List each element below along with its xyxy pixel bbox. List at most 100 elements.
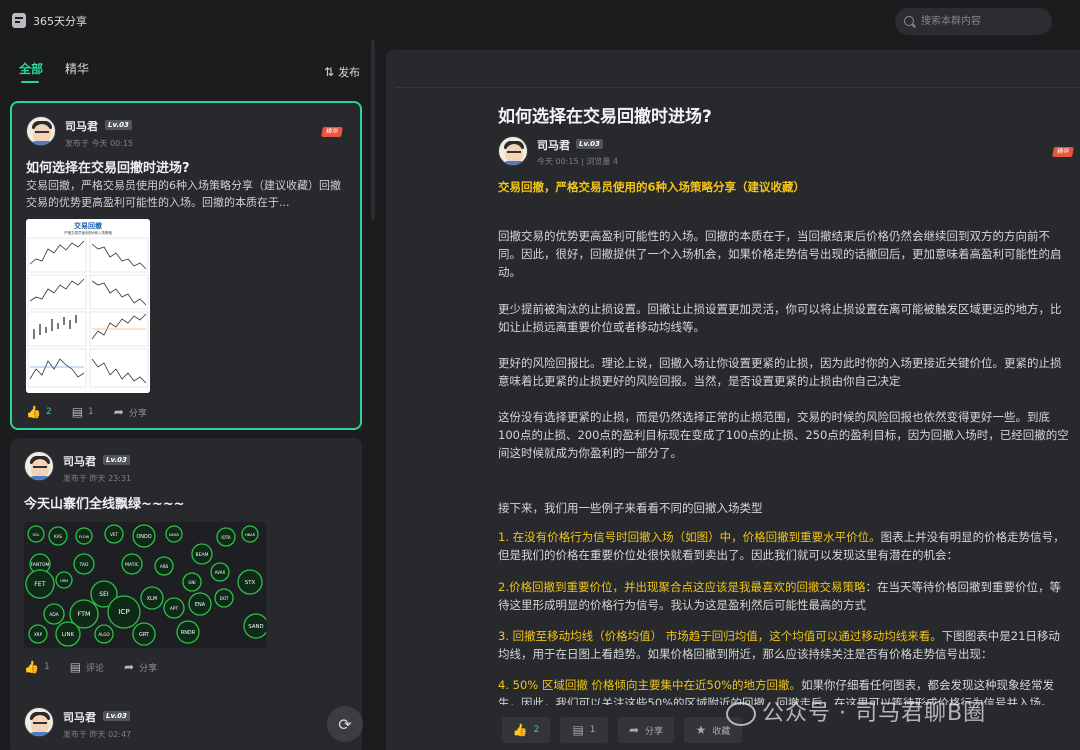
search-input[interactable] bbox=[921, 13, 1041, 30]
coin-label: XLM bbox=[147, 596, 157, 602]
item-highlight: 4. 50% 区域回撤 价格倾向主要集中在近50%的地方回撤。 bbox=[498, 678, 802, 692]
coin-bubble: ONDO bbox=[132, 524, 156, 548]
article-list-item: 3. 回撤至移动均线（价格均值） 市场趋于回归均值，这个均值可以通过移动均线来看… bbox=[498, 627, 1070, 663]
coin-label: ARB bbox=[160, 564, 169, 569]
image-subtitle-text: 严格交易员使用的6种入场策略 bbox=[64, 230, 112, 235]
coin-bubble: ARB bbox=[154, 556, 174, 576]
avatar[interactable] bbox=[498, 136, 528, 166]
search-box[interactable] bbox=[895, 8, 1052, 35]
coin-label: TAO bbox=[79, 562, 89, 568]
coin-bubble: SOL bbox=[27, 525, 45, 543]
like-button[interactable]: 👍 2 bbox=[26, 405, 52, 419]
watermark-text: 公众号 · 司马君聊B圈 bbox=[762, 701, 987, 726]
coin-label: ICP bbox=[118, 607, 130, 616]
coin-bubble: ICP bbox=[107, 595, 141, 629]
coin-label: KAS bbox=[54, 534, 62, 539]
share-button[interactable]: ➦ 分享 bbox=[124, 660, 157, 674]
share-button[interactable]: ➦ 分享 bbox=[618, 717, 674, 743]
card-excerpt: 交易回撤，严格交易员使用的6种入场策略分享（建议收藏）回撤交易的优势更高盈利可能… bbox=[26, 179, 341, 209]
coin-bubble: TAO bbox=[73, 553, 95, 575]
post-image[interactable]: 交易回撤 严格交易员使用的6种入场策略 bbox=[26, 219, 150, 393]
coin-bubble: HBAR bbox=[241, 525, 259, 543]
share-label: 分享 bbox=[139, 663, 158, 674]
feed-card[interactable]: 司马君 Lv.03 发布于 今天 00:15 精华 如何选择在交易回撤时进场? … bbox=[10, 101, 362, 430]
tab-best[interactable]: 精华 bbox=[65, 60, 89, 77]
share-label: 分享 bbox=[128, 408, 147, 419]
comment-label: 评论 bbox=[86, 663, 105, 674]
post-time: 发布于 昨天 02:47 bbox=[63, 730, 132, 739]
feed-card[interactable]: 司马君 Lv.03 发布于 昨天 02:47 bbox=[10, 694, 362, 750]
like-button[interactable]: 👍 1 bbox=[24, 660, 50, 674]
feed-scrollbar[interactable] bbox=[371, 40, 375, 220]
coin-label: LINK bbox=[62, 632, 75, 638]
article-lead: 交易回撤，严格交易员使用的6种入场策略分享（建议收藏） bbox=[498, 180, 805, 194]
active-tab-indicator bbox=[21, 81, 39, 83]
comment-count: 1 bbox=[589, 725, 596, 735]
coin-bubble: IOTA bbox=[216, 527, 236, 547]
article-paragraph: 更好的风险回报比。理论上说，回撤入场让你设置更紧的止损，因为此时你的入场更接近关… bbox=[498, 356, 1062, 388]
feed-column: 全部 精华 ⇅ 发布 司马君 Lv.03 发布于 今天 00:15 精华 如何选… bbox=[0, 40, 375, 750]
article-paragraph: 更少提前被淘汰的止损设置。回撤让止损设置更加灵活，你可以将止损设置在离可能被触发… bbox=[498, 302, 1062, 334]
share-label: 分享 bbox=[645, 726, 664, 737]
coin-label: ADA bbox=[49, 612, 59, 618]
coin-label: FLOW bbox=[79, 535, 90, 539]
share-icon: ➦ bbox=[628, 723, 640, 737]
tab-all[interactable]: 全部 bbox=[19, 60, 43, 77]
coin-label: ORN bbox=[60, 579, 68, 583]
avatar[interactable] bbox=[24, 707, 54, 737]
coin-label: FANTOM bbox=[31, 562, 50, 568]
coin-bubble: FLOW bbox=[75, 527, 93, 545]
coin-bubble: UNI bbox=[182, 572, 202, 592]
featured-badge: 精华 bbox=[321, 127, 343, 137]
coin-label: ENA bbox=[195, 602, 206, 608]
feed-card[interactable]: 司马君 Lv.03 发布于 昨天 23:31 今天山寨们全线飘绿~~~~ IOT… bbox=[10, 438, 362, 726]
comment-button[interactable]: ▤ 1 bbox=[72, 405, 94, 419]
coin-label: IOTA bbox=[221, 535, 231, 540]
avatar[interactable] bbox=[24, 451, 54, 481]
coin-bubble: AVAX bbox=[210, 562, 230, 582]
comment-button[interactable]: ▤ 1 bbox=[560, 717, 608, 743]
coin-bubble: BEAM bbox=[191, 543, 213, 565]
like-count: 1 bbox=[43, 662, 50, 672]
article-meta: 今天 00:15 | 浏览量 4 bbox=[537, 157, 619, 166]
article-paragraph: 回撤交易的优势更高盈利可能性的入场。回撤的本质在于，当回撤结束后价格仍然会继续回… bbox=[498, 229, 1062, 279]
comment-icon: ▤ bbox=[572, 723, 584, 737]
like-count: 2 bbox=[45, 407, 52, 417]
thumbs-up-icon: 👍 bbox=[24, 660, 39, 674]
thumbs-up-icon: 👍 bbox=[512, 723, 528, 737]
featured-badge: 精华 bbox=[1052, 147, 1074, 157]
coin-label: DOT bbox=[220, 596, 229, 601]
publish-label: 发布 bbox=[338, 66, 361, 79]
app-title: 365天分享 bbox=[33, 15, 87, 28]
item-highlight: 3. 回撤至移动均线（价格均值） 市场趋于回归均值，这个均值可以通过移动均线来看… bbox=[498, 629, 942, 643]
author-name[interactable]: 司马君 bbox=[65, 118, 98, 134]
publish-button[interactable]: ⇅ 发布 bbox=[324, 64, 360, 80]
coin-bubble: KAS bbox=[48, 526, 68, 546]
post-image[interactable]: IOTA HBAR SOL KAS FLOW VET ONDO NEAR BEAM FANTOM F… bbox=[24, 522, 266, 648]
coin-label: STX bbox=[245, 580, 256, 586]
refresh-icon: ⟳ bbox=[338, 714, 352, 734]
coin-bubble: XLM bbox=[140, 586, 164, 610]
article-panel: 如何选择在交易回撤时进场? 司马君 Lv.03 今天 00:15 | 浏览量 4… bbox=[386, 50, 1080, 750]
coin-bubble: VET bbox=[104, 524, 124, 544]
coin-label: APT bbox=[170, 606, 179, 612]
like-button[interactable]: 👍 2 bbox=[502, 717, 550, 743]
author-name[interactable]: 司马君 bbox=[63, 709, 96, 725]
author-name[interactable]: 司马君 bbox=[63, 453, 96, 469]
card-title[interactable]: 如何选择在交易回撤时进场? bbox=[26, 157, 190, 176]
coin-bubble: GRT bbox=[132, 622, 156, 646]
refresh-button[interactable]: ⟳ bbox=[327, 706, 363, 742]
thumbs-up-icon: 👍 bbox=[26, 405, 41, 419]
top-bar: 365天分享 bbox=[0, 0, 1080, 40]
author-name[interactable]: 司马君 bbox=[537, 137, 570, 153]
comment-button[interactable]: ▤ 评论 bbox=[70, 660, 104, 674]
coin-label: VET bbox=[110, 532, 118, 537]
trading-charts-image: 交易回撤 严格交易员使用的6种入场策略 bbox=[26, 219, 150, 393]
card-title[interactable]: 今天山寨们全线飘绿~~~~ bbox=[24, 493, 185, 512]
avatar[interactable] bbox=[26, 116, 56, 146]
coin-label: BEAM bbox=[196, 552, 209, 558]
coin-bubble: SAND bbox=[243, 613, 266, 639]
coin-label: SOL bbox=[32, 533, 39, 537]
coin-label: GRT bbox=[139, 632, 150, 638]
share-button[interactable]: ➦ 分享 bbox=[114, 405, 147, 419]
